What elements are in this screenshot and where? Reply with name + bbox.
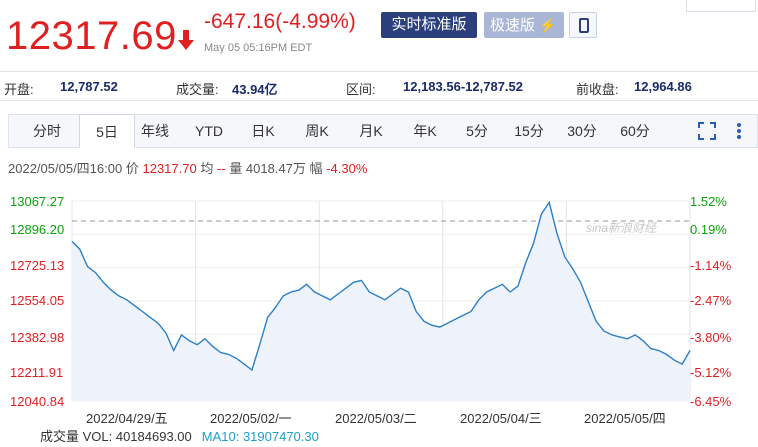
- volume-vol-label: 成交量 VOL: 40184693.00: [40, 429, 192, 444]
- range-label: 区间:: [346, 82, 376, 97]
- y-left-tick: 12725.13: [10, 258, 65, 273]
- y-left-tick: 13067.27: [10, 194, 65, 209]
- tab-30min[interactable]: 30分: [560, 115, 604, 147]
- volume-label: 成交量:: [176, 82, 219, 97]
- x-tick-label: 2022/05/03/二: [335, 411, 417, 426]
- fast-version-button[interactable]: 极速版 ⚡: [484, 12, 564, 38]
- y-left-tick: 12211.91: [10, 365, 64, 380]
- mobile-button[interactable]: [569, 12, 597, 38]
- y-right-tick: -6.45%: [690, 394, 732, 409]
- tab-weekly-k[interactable]: 周K: [295, 115, 339, 147]
- info-vol-label: 量: [229, 161, 243, 176]
- divider: [0, 100, 758, 101]
- tab-yearly-k[interactable]: 年K: [403, 115, 447, 147]
- sina-watermark: sina新浪财经: [586, 221, 657, 235]
- fast-version-label: 极速版: [490, 17, 536, 34]
- tab-intraday[interactable]: 分时: [23, 115, 71, 147]
- tab-15min[interactable]: 15分: [507, 115, 551, 147]
- y-right-tick: -1.14%: [690, 258, 732, 273]
- price-change: -647.16(-4.99%): [204, 10, 356, 33]
- info-datetime: 2022/05/05/四16:00: [8, 161, 123, 176]
- y-left-tick: 12554.05: [10, 293, 65, 308]
- current-price: 12317.69: [6, 14, 177, 58]
- tab-ytd[interactable]: YTD: [187, 115, 231, 147]
- prev-close-value: 12,964.86: [634, 79, 692, 94]
- stats-row: 开盘: 12,787.52 成交量: 43.94亿 区间: 12,183.56-…: [0, 72, 758, 100]
- y-left-tick: 12896.20: [10, 222, 65, 237]
- x-tick-label: 2022/05/02/一: [210, 411, 292, 426]
- tab-daily-k[interactable]: 日K: [241, 115, 285, 147]
- info-vol: 4018.47万: [245, 161, 306, 176]
- info-price-label: 价: [125, 161, 139, 176]
- info-avg: --: [216, 161, 226, 176]
- x-tick-label: 2022/05/05/四: [584, 411, 666, 426]
- quote-time: May 05 05:16PM EDT: [204, 42, 313, 54]
- info-amp: -4.30%: [326, 161, 368, 176]
- tab-5min[interactable]: 5分: [457, 115, 497, 147]
- tab-5day[interactable]: 5日: [79, 114, 135, 148]
- tab-monthly-k[interactable]: 月K: [349, 115, 393, 147]
- lightning-icon: ⚡: [539, 17, 557, 33]
- down-arrow-icon: [178, 30, 194, 50]
- y-right-tick: -2.47%: [690, 293, 732, 308]
- volume-value: 43.94亿: [232, 82, 278, 97]
- realtime-standard-button[interactable]: 实时标准版: [381, 12, 477, 38]
- x-tick-label: 2022/05/04/三: [460, 411, 542, 426]
- info-price: 12317.70: [142, 161, 197, 176]
- fullscreen-icon[interactable]: [698, 122, 716, 140]
- y-right-tick: -3.80%: [690, 330, 732, 345]
- x-tick-label: 2022/04/29/五: [86, 411, 168, 426]
- y-right-tick: 1.52%: [690, 194, 727, 209]
- y-left-tick: 12040.84: [10, 394, 65, 409]
- more-options-icon[interactable]: [736, 122, 742, 140]
- y-right-tick: -5.12%: [690, 365, 732, 380]
- period-tabs: 分时 5日 年线 YTD 日K 周K 月K 年K 5分 15分 30分 60分: [8, 114, 758, 148]
- volume-indicator: 成交量 VOL: 40184693.00 MA10: 31907470.30: [40, 426, 319, 445]
- info-avg-label: 均: [200, 161, 214, 176]
- open-value: 12,787.52: [60, 79, 118, 94]
- open-label: 开盘:: [4, 82, 34, 97]
- quote-header: 12317.69 -647.16(-4.99%) May 05 05:16PM …: [0, 0, 758, 72]
- y-left-tick: 12382.98: [10, 330, 65, 345]
- prev-close-label: 前收盘:: [576, 82, 619, 97]
- volume-ma10: MA10: 31907470.30: [201, 429, 319, 444]
- crosshair-info: 2022/05/05/四16:00 价 12317.70 均 -- 量 4018…: [8, 158, 367, 177]
- range-value: 12,183.56-12,787.52: [403, 79, 523, 94]
- phone-icon: [579, 18, 589, 33]
- tab-60min[interactable]: 60分: [613, 115, 657, 147]
- info-amp-label: 幅: [309, 161, 323, 176]
- top-right-frame: [686, 0, 756, 12]
- y-right-tick: 0.19%: [690, 222, 727, 237]
- tab-yearline[interactable]: 年线: [133, 115, 177, 147]
- price-chart[interactable]: sina新浪财经 13067.27 12896.20 12725.13 1255…: [0, 185, 758, 447]
